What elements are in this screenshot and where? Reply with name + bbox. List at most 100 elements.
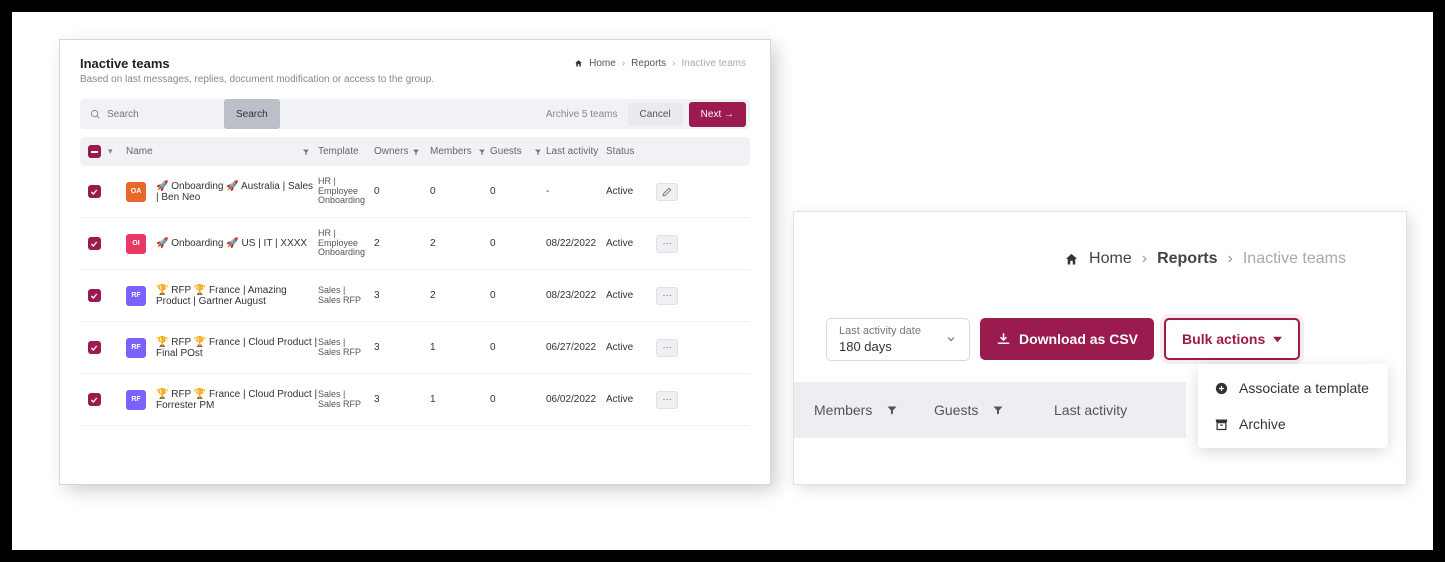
panel-inactive-teams: Inactive teams Based on last messages, r… (60, 40, 770, 484)
guests-count: 0 (490, 290, 546, 301)
guests-count: 0 (490, 342, 546, 353)
filter-icon[interactable] (302, 148, 310, 156)
breadcrumb-reports[interactable]: Reports (1157, 250, 1217, 268)
cancel-button[interactable]: Cancel (628, 103, 683, 126)
table-row: OA 🚀 Onboarding 🚀 Australia | Sales | Be… (80, 166, 750, 218)
download-csv-button[interactable]: Download as CSV (980, 318, 1154, 360)
caret-down-icon (1273, 335, 1282, 344)
col-status-header[interactable]: Status (606, 146, 656, 157)
more-button[interactable]: ⋯ (656, 391, 678, 409)
last-activity: - (546, 186, 606, 197)
more-button[interactable]: ⋯ (656, 339, 678, 357)
status-badge: Active (606, 290, 656, 301)
guests-count: 0 (490, 394, 546, 405)
row-checkbox[interactable] (88, 237, 101, 250)
chevron-down-icon[interactable]: ▾ (108, 146, 122, 157)
team-name[interactable]: 🏆 RFP 🏆 France | Amazing Product | Gartn… (156, 285, 318, 307)
panel-bulk-actions: Home › Reports › Inactive teams Last act… (794, 212, 1406, 484)
status-badge: Active (606, 394, 656, 405)
filter-icon[interactable] (534, 148, 542, 156)
breadcrumb-current: Inactive teams (682, 58, 746, 69)
team-avatar: RF (126, 286, 146, 306)
breadcrumb-home[interactable]: Home (1089, 250, 1132, 268)
chevron-right-icon: › (622, 58, 625, 69)
team-name[interactable]: 🏆 RFP 🏆 France | Cloud Product | Final P… (156, 337, 318, 359)
status-badge: Active (606, 342, 656, 353)
guests-count: 0 (490, 186, 546, 197)
download-icon (996, 332, 1011, 347)
last-activity: 08/22/2022 (546, 238, 606, 249)
owners-count: 2 (374, 238, 430, 249)
last-activity-dropdown[interactable]: Last activity date 180 days (826, 318, 970, 361)
filter-icon[interactable] (886, 404, 898, 416)
select-all-checkbox[interactable] (88, 145, 101, 158)
breadcrumb-reports[interactable]: Reports (631, 58, 666, 69)
breadcrumb-home[interactable]: Home (589, 58, 616, 69)
template-name: Sales | Sales RFP (318, 390, 374, 410)
archive-count-text: Archive 5 teams (546, 109, 618, 120)
col-last-activity-header[interactable]: Last activity (546, 146, 606, 157)
bulk-actions-button[interactable]: Bulk actions (1164, 318, 1300, 360)
table-header: Members Guests Last activity (794, 382, 1186, 438)
col-owners-header[interactable]: Owners (374, 146, 408, 157)
chevron-right-icon: › (1228, 250, 1233, 268)
members-count: 1 (430, 342, 490, 353)
owners-count: 3 (374, 394, 430, 405)
filter-icon[interactable] (412, 148, 420, 156)
menu-item-archive[interactable]: Archive (1198, 406, 1388, 442)
col-guests-header[interactable]: Guests (490, 146, 522, 157)
team-avatar: OI (126, 234, 146, 254)
team-name[interactable]: 🏆 RFP 🏆 France | Cloud Product | Forrest… (156, 389, 318, 411)
next-button[interactable]: Next → (689, 102, 746, 127)
search-input[interactable] (107, 109, 207, 120)
owners-count: 3 (374, 290, 430, 301)
row-checkbox[interactable] (88, 289, 101, 302)
page-subtitle: Based on last messages, replies, documen… (80, 74, 750, 85)
col-template-header[interactable]: Template (318, 146, 374, 157)
home-icon (1064, 252, 1079, 267)
col-last-activity-header[interactable]: Last activity (1054, 402, 1127, 418)
col-members-header[interactable]: Members (430, 146, 472, 157)
row-checkbox[interactable] (88, 341, 101, 354)
more-button[interactable]: ⋯ (656, 235, 678, 253)
col-name-header[interactable]: Name (126, 146, 153, 157)
chevron-right-icon: › (1142, 250, 1147, 268)
breadcrumb: Home › Reports › Inactive teams (574, 58, 746, 69)
table-row: RF 🏆 RFP 🏆 France | Cloud Product | Forr… (80, 374, 750, 426)
team-name[interactable]: 🚀 Onboarding 🚀 Australia | Sales | Ben N… (156, 181, 318, 203)
filter-icon[interactable] (992, 404, 1004, 416)
template-name: HR | Employee Onboarding (318, 177, 374, 207)
members-count: 1 (430, 394, 490, 405)
archive-icon (1214, 417, 1229, 432)
status-badge: Active (606, 186, 656, 197)
search-button[interactable]: Search (224, 99, 280, 129)
filter-icon[interactable] (478, 148, 486, 156)
toolbar: Search Archive 5 teams Cancel Next → (80, 99, 750, 129)
team-avatar: OA (126, 182, 146, 202)
template-name: Sales | Sales RFP (318, 286, 374, 306)
more-button[interactable]: ⋯ (656, 287, 678, 305)
last-activity: 08/23/2022 (546, 290, 606, 301)
col-members-header[interactable]: Members (814, 402, 872, 418)
owners-count: 0 (374, 186, 430, 197)
row-checkbox[interactable] (88, 185, 101, 198)
team-avatar: RF (126, 338, 146, 358)
edit-button[interactable] (656, 183, 678, 201)
dropdown-value: 180 days (839, 339, 921, 354)
bulk-actions-menu: Associate a template Archive (1198, 364, 1388, 448)
breadcrumb: Home › Reports › Inactive teams (1064, 250, 1346, 268)
dropdown-label: Last activity date (839, 325, 921, 339)
members-count: 2 (430, 238, 490, 249)
col-guests-header[interactable]: Guests (934, 402, 978, 418)
menu-item-associate-template[interactable]: Associate a template (1198, 370, 1388, 406)
table-header: ▾ Name Template Owners Members Guests La… (80, 137, 750, 166)
last-activity: 06/02/2022 (546, 394, 606, 405)
team-name[interactable]: 🚀 Onboarding 🚀 US | IT | XXXX (156, 238, 307, 249)
members-count: 2 (430, 290, 490, 301)
home-icon (574, 59, 583, 68)
last-activity: 06/27/2022 (546, 342, 606, 353)
plus-circle-icon (1214, 381, 1229, 396)
table-row: RF 🏆 RFP 🏆 France | Amazing Product | Ga… (80, 270, 750, 322)
table-row: OI 🚀 Onboarding 🚀 US | IT | XXXX HR | Em… (80, 218, 750, 270)
row-checkbox[interactable] (88, 393, 101, 406)
